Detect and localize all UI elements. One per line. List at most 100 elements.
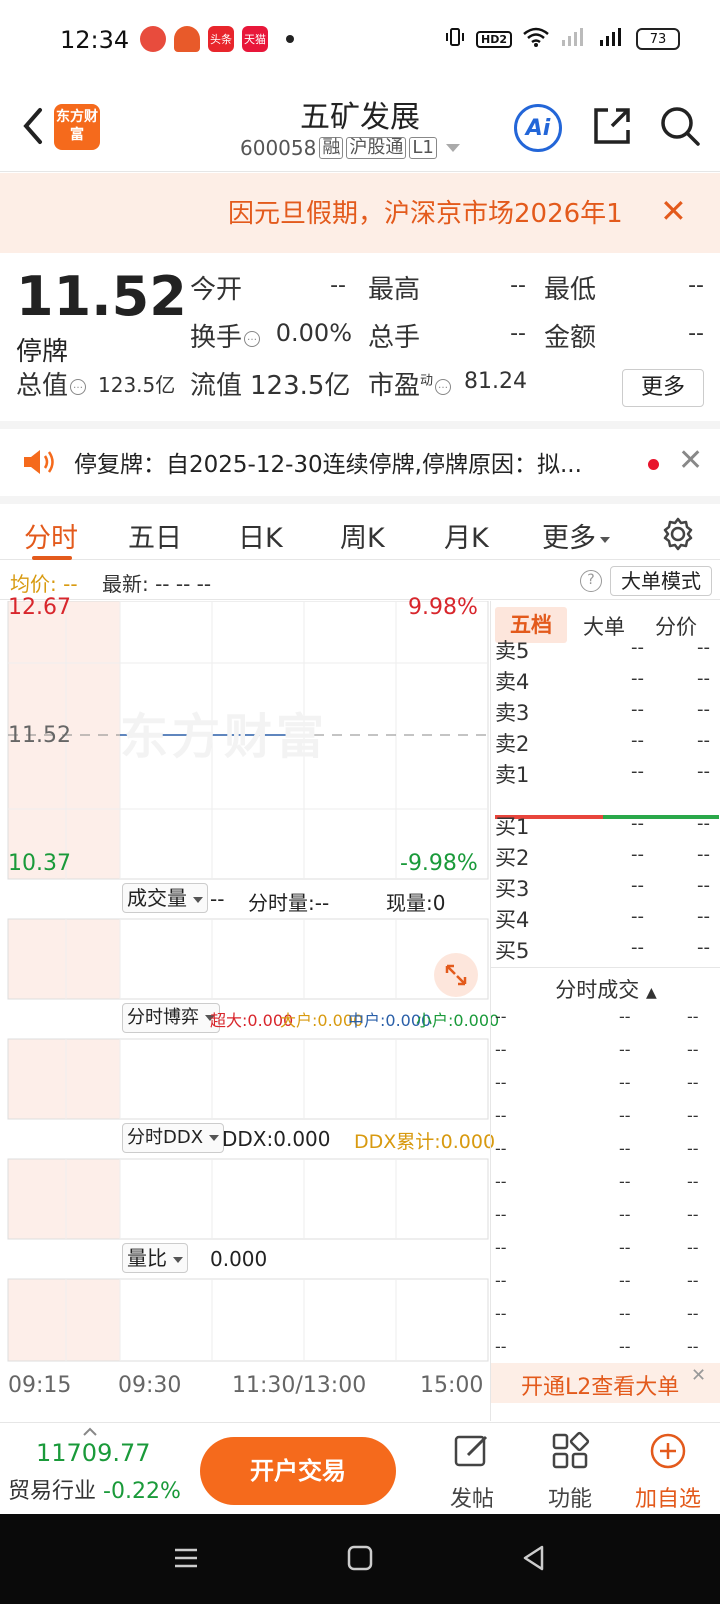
add-watchlist-button[interactable]: 加自选 [628, 1431, 708, 1512]
ddx-select[interactable]: 分时DDX [122, 1123, 225, 1153]
functions-button[interactable]: 功能 [530, 1431, 610, 1512]
trade-row: -- -- -- [491, 1271, 720, 1301]
pct-low-label: -9.98% [400, 851, 478, 876]
level-volume: -- [697, 699, 710, 720]
tab-five-day[interactable]: 五日 [128, 516, 182, 555]
turnover-label[interactable]: 换手… [190, 317, 261, 354]
open-account-button[interactable]: 开户交易 [200, 1437, 396, 1505]
tick-trades-title: 分时成交 [555, 978, 640, 1002]
ai-button[interactable]: Ai [514, 104, 562, 152]
info-icon: … [244, 330, 261, 347]
volume-label: 总手 [368, 323, 421, 353]
level-label: 卖2 [495, 732, 530, 756]
more-quote-button[interactable]: 更多 [622, 369, 704, 407]
level-price: -- [631, 637, 644, 658]
trade-price: -- [619, 1337, 631, 1356]
bid-row: 买1 -- -- [491, 811, 720, 841]
expand-chart-button[interactable] [434, 953, 478, 997]
tab-more[interactable]: 更多 [542, 516, 610, 555]
back-arrow-icon[interactable] [18, 104, 48, 148]
ask-row: 卖3 -- -- [491, 697, 720, 727]
level-volume: -- [697, 730, 710, 751]
stock-code-row[interactable]: 600058 融 沪股通 L1 [240, 136, 460, 160]
big-order-mode-button[interactable]: 大单模式 [610, 566, 712, 596]
l2-banner-text: 开通L2查看大单 [521, 1375, 680, 1400]
trade-time: -- [495, 1007, 507, 1026]
open-label: 今开 [190, 275, 243, 305]
tab-daily-k[interactable]: 日K [238, 516, 283, 555]
tab-more-label: 更多 [542, 523, 596, 554]
close-icon[interactable]: ✕ [660, 195, 687, 227]
pe-label[interactable]: 市盈动… [368, 365, 452, 402]
vibrate-icon [444, 26, 466, 52]
amount-value: -- [688, 321, 704, 346]
volume-ratio-row: 量比 0.000 [0, 1239, 490, 1279]
level-label: 卖5 [495, 639, 530, 663]
share-icon[interactable] [590, 104, 634, 148]
industry-name: 贸易行业 [8, 1479, 97, 1504]
back-icon[interactable] [520, 1544, 548, 1572]
trade-volume: -- [687, 1271, 699, 1290]
eastmoney-logo: 东方财富 [54, 104, 100, 150]
tab-monthly-k[interactable]: 月K [444, 516, 489, 555]
trade-price: -- [619, 1106, 631, 1125]
tick-volume: 分时量:-- [248, 891, 330, 915]
volume-indicator-select[interactable]: 成交量 [122, 883, 208, 913]
holiday-notice[interactable]: 因元旦假期，沪深京市场2026年1 ✕ [0, 173, 720, 253]
market-cap-label[interactable]: 总值… [16, 365, 87, 402]
close-icon[interactable]: ✕ [691, 1365, 706, 1386]
tab-intraday[interactable]: 分时 [24, 516, 78, 555]
bid-row: 买2 -- -- [491, 842, 720, 872]
tick-trades-header[interactable]: 分时成交 ▲ [491, 967, 720, 1003]
trade-time: -- [495, 1205, 507, 1224]
trade-time: -- [495, 1172, 507, 1191]
ddx-value: DDX:0.000 [222, 1127, 331, 1151]
industry-row[interactable]: 贸易行业 -0.22% [8, 1473, 181, 1505]
status-bar: 12:34 头条 天猫 HD2 73 [0, 0, 720, 84]
trade-row: -- -- -- [491, 1139, 720, 1169]
small-value: 小户:0.000 [416, 1011, 500, 1030]
level-volume: -- [697, 875, 710, 896]
halt-notice[interactable]: 停复牌：自2025-12-30连续停牌,停牌原因：拟... ✕ [0, 421, 720, 491]
pct-high-label: 9.98% [408, 595, 478, 620]
menu-icon[interactable] [172, 1544, 200, 1572]
turnover-value: 0.00% [275, 319, 352, 347]
bottom-action-bar: 11709.77 贸易行业 -0.22% 开户交易 发帖 功能 加自选 [0, 1422, 720, 1514]
post-button[interactable]: 发帖 [432, 1431, 512, 1512]
industry-index-value[interactable]: 11709.77 [36, 1439, 151, 1467]
chart-tabs: 分时 五日 日K 周K 月K 更多 [0, 496, 720, 560]
tab-weekly-k[interactable]: 周K [340, 516, 385, 555]
trade-time: -- [495, 1238, 507, 1257]
ddx-total-value: DDX累计:0.000 [354, 1131, 496, 1153]
level-volume: -- [697, 761, 710, 782]
bid-row: 买5 -- -- [491, 935, 720, 965]
plus-circle-icon [650, 1433, 686, 1469]
money-flow-select-label: 分时博弈 [127, 1007, 199, 1028]
trade-time: -- [495, 1139, 507, 1158]
caret-down-icon [173, 1256, 183, 1263]
caret-down-icon [600, 536, 610, 543]
l2-upgrade-banner[interactable]: 开通L2查看大单 [491, 1363, 720, 1403]
ask-row: 卖2 -- -- [491, 728, 720, 758]
volume-value: -- [510, 321, 526, 346]
search-icon[interactable] [658, 104, 702, 148]
help-icon[interactable]: ? [580, 570, 602, 592]
close-icon[interactable]: ✕ [678, 443, 703, 478]
trade-price: -- [619, 1304, 631, 1323]
volume-ratio-select-label: 量比 [127, 1246, 167, 1270]
home-icon[interactable] [346, 1544, 374, 1572]
open-value: -- [330, 273, 346, 298]
turnover-label-text: 换手 [190, 323, 243, 353]
low-value: -- [688, 273, 704, 298]
caret-up-icon: ▲ [645, 985, 657, 1001]
order-book-panel: 五档 大单 分价 卖5 -- -- 卖4 -- -- 卖3 -- -- 卖2 -- -- 卖1 -- -- … [490, 601, 720, 1421]
money-flow-select[interactable]: 分时博弈 [122, 1003, 220, 1033]
gear-icon[interactable] [660, 516, 696, 552]
volume-ratio-select[interactable]: 量比 [122, 1243, 188, 1273]
float-cap-label: 流值 [190, 371, 243, 401]
trade-row: -- -- -- [491, 1073, 720, 1103]
battery-icon: 73 [636, 28, 680, 50]
unread-dot [648, 459, 659, 470]
ask-row: 卖1 -- -- [491, 759, 720, 789]
intraday-chart[interactable]: 东方财富 12.67 11.52 10.37 9.98% -9.98% 成交量 … [0, 595, 499, 1421]
